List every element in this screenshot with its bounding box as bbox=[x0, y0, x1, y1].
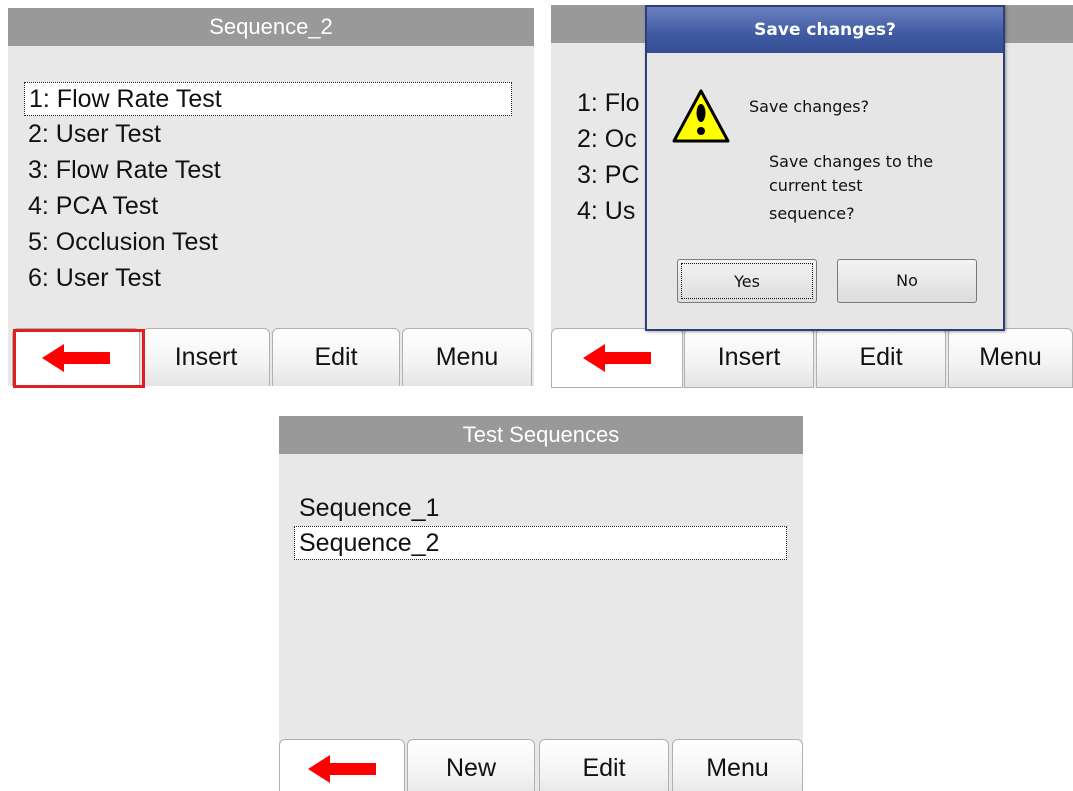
warning-icon bbox=[672, 89, 730, 143]
yes-button[interactable]: Yes bbox=[677, 259, 817, 303]
insert-button[interactable]: Insert bbox=[684, 328, 814, 388]
new-button[interactable]: New bbox=[407, 739, 535, 791]
insert-button[interactable]: Insert bbox=[142, 328, 270, 386]
page-title: Test Sequences bbox=[279, 416, 803, 454]
page-title: Sequence_2 bbox=[8, 8, 534, 46]
back-button[interactable] bbox=[551, 328, 683, 388]
dialog-message-line: sequence? bbox=[769, 204, 855, 223]
menu-button[interactable]: Menu bbox=[948, 328, 1073, 388]
dialog-title: Save changes? bbox=[647, 7, 1003, 53]
dialog-heading: Save changes? bbox=[749, 97, 870, 116]
menu-button[interactable]: Menu bbox=[402, 328, 532, 386]
list-item[interactable]: 5: Occlusion Test bbox=[28, 226, 218, 258]
save-dialog-screen: 1: Flo 2: Oc 3: PC 4: Us Insert Edit Men… bbox=[551, 5, 1073, 388]
list-item[interactable]: 4: Us bbox=[577, 195, 635, 227]
dialog-message-line: current test bbox=[769, 176, 863, 195]
list-item[interactable]: Sequence_1 bbox=[299, 492, 439, 524]
list-item[interactable]: 1: Flow Rate Test bbox=[24, 82, 512, 116]
list-item[interactable]: 1: Flo bbox=[577, 87, 640, 119]
list-item[interactable]: 3: PC bbox=[577, 159, 640, 191]
list-item[interactable]: 2: Oc bbox=[577, 123, 637, 155]
list-item[interactable]: 3: Flow Rate Test bbox=[28, 154, 221, 186]
left-arrow-icon bbox=[42, 344, 110, 372]
sequence-editor-screen: Sequence_2 1: Flow Rate Test 2: User Tes… bbox=[8, 8, 534, 386]
edit-button[interactable]: Edit bbox=[539, 739, 669, 791]
list-item[interactable]: Sequence_2 bbox=[294, 526, 787, 560]
softkey-bar: Insert Edit Menu bbox=[8, 328, 534, 386]
list-item[interactable]: 4: PCA Test bbox=[28, 190, 158, 222]
left-arrow-icon bbox=[308, 755, 376, 783]
save-changes-dialog: Save changes? Save changes? Save changes… bbox=[645, 5, 1005, 331]
menu-button[interactable]: Menu bbox=[672, 739, 803, 791]
back-button[interactable] bbox=[12, 328, 140, 386]
back-button[interactable] bbox=[279, 739, 405, 791]
softkey-bar: Insert Edit Menu bbox=[551, 328, 1073, 388]
dialog-message-line: Save changes to the bbox=[769, 152, 934, 171]
left-arrow-icon bbox=[583, 344, 651, 372]
yes-button-label: Yes bbox=[681, 263, 813, 299]
softkey-bar: New Edit Menu bbox=[279, 739, 803, 791]
list-item[interactable]: 6: User Test bbox=[28, 262, 161, 294]
no-button[interactable]: No bbox=[837, 259, 977, 303]
edit-button[interactable]: Edit bbox=[272, 328, 400, 386]
edit-button[interactable]: Edit bbox=[816, 328, 946, 388]
list-item[interactable]: 2: User Test bbox=[28, 118, 161, 150]
test-sequences-screen: Test Sequences Sequence_1 Sequence_2 New… bbox=[279, 416, 803, 791]
